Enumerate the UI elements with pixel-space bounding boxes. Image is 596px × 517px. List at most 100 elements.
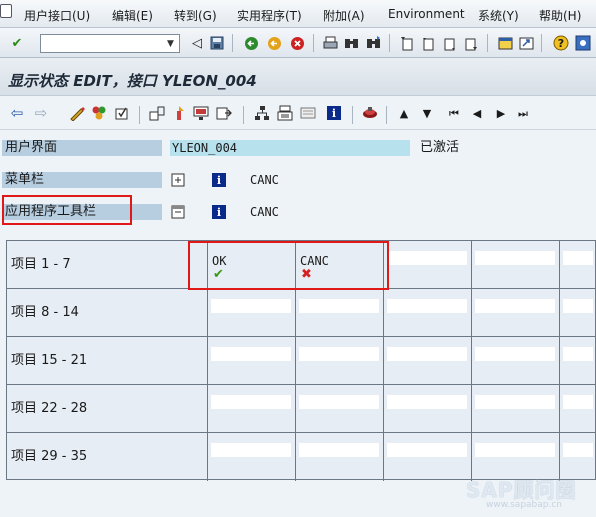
- system-menu-icon[interactable]: [0, 4, 12, 18]
- grid-input[interactable]: [475, 347, 555, 361]
- grid-cell[interactable]: CANC ✖: [295, 241, 383, 289]
- grid-input[interactable]: [387, 395, 467, 409]
- menu-help[interactable]: 帮助(H): [539, 7, 581, 24]
- find-next-icon[interactable]: [364, 34, 382, 52]
- command-input[interactable]: [43, 36, 161, 51]
- grid-cell[interactable]: [295, 433, 383, 481]
- expand-node-icon[interactable]: [170, 172, 186, 188]
- new-session-icon[interactable]: [496, 34, 514, 52]
- grid-input[interactable]: [563, 299, 593, 313]
- grid-input[interactable]: [211, 347, 291, 361]
- grid-input[interactable]: [211, 299, 291, 313]
- grid-input[interactable]: [563, 395, 593, 409]
- text-element-icon[interactable]: [276, 104, 294, 122]
- arrow-right-icon[interactable]: ⇨: [32, 104, 50, 122]
- screen-icon[interactable]: [192, 104, 210, 122]
- transfer-icon[interactable]: [215, 104, 233, 122]
- grid-cell[interactable]: [383, 289, 471, 337]
- attributes-icon[interactable]: [170, 104, 188, 122]
- hierarchy-icon[interactable]: [253, 104, 271, 122]
- grid-input[interactable]: [563, 443, 593, 457]
- grid-cell[interactable]: [559, 241, 596, 289]
- grid-cell[interactable]: [295, 289, 383, 337]
- grid-cell[interactable]: [471, 337, 559, 385]
- grid-input[interactable]: [475, 443, 555, 457]
- grid-input[interactable]: [563, 251, 593, 265]
- history-back-icon[interactable]: ◁: [188, 34, 206, 52]
- triangle-up-icon[interactable]: ▲: [395, 104, 413, 122]
- grid-cell[interactable]: [559, 289, 596, 337]
- first-icon[interactable]: ⏮: [445, 104, 463, 122]
- grid-input[interactable]: [563, 347, 593, 361]
- menu-extras[interactable]: 附加(A): [323, 7, 365, 24]
- grid-input[interactable]: [475, 395, 555, 409]
- menu-environment[interactable]: Environment: [388, 7, 465, 21]
- grid-input[interactable]: [299, 299, 379, 313]
- grid-cell[interactable]: [471, 289, 559, 337]
- menu-system[interactable]: 系统(Y): [478, 7, 519, 24]
- info-icon[interactable]: i: [212, 173, 226, 187]
- grid-cell[interactable]: [383, 241, 471, 289]
- grid-input[interactable]: [387, 299, 467, 313]
- grid-input[interactable]: [475, 251, 555, 265]
- grid-cell[interactable]: [207, 337, 295, 385]
- help-icon[interactable]: ?: [552, 34, 570, 52]
- find-icon[interactable]: [342, 34, 360, 52]
- grid-input[interactable]: [387, 251, 467, 265]
- menu-user-interface[interactable]: 用户接口(U): [24, 7, 90, 24]
- list-icon[interactable]: [299, 104, 317, 122]
- grid-cell[interactable]: [471, 385, 559, 433]
- save-icon[interactable]: [208, 34, 226, 52]
- create-shortcut-icon[interactable]: [517, 34, 535, 52]
- grid-cell[interactable]: [559, 337, 596, 385]
- back-icon[interactable]: [242, 34, 260, 52]
- info-icon[interactable]: i: [325, 104, 343, 122]
- print-icon[interactable]: [321, 34, 339, 52]
- grid-cell[interactable]: [471, 241, 559, 289]
- cancel-circle-icon[interactable]: [288, 34, 306, 52]
- grid-input[interactable]: [299, 443, 379, 457]
- next-page-icon[interactable]: [440, 34, 458, 52]
- chevron-down-icon[interactable]: ▼: [162, 35, 179, 52]
- command-field[interactable]: ▼: [40, 34, 180, 53]
- active-inactive-icon[interactable]: [90, 104, 108, 122]
- grid-input[interactable]: [387, 443, 467, 457]
- collapse-node-icon[interactable]: [170, 204, 186, 220]
- next-icon[interactable]: ▶: [492, 104, 510, 122]
- grid-cell[interactable]: [383, 385, 471, 433]
- grid-cell[interactable]: [295, 385, 383, 433]
- enter-check-icon[interactable]: ✔: [8, 34, 26, 52]
- grid-input[interactable]: [299, 395, 379, 409]
- first-page-icon[interactable]: [398, 34, 416, 52]
- check-object-icon[interactable]: [113, 104, 131, 122]
- grid-cell[interactable]: OK ✔: [207, 241, 295, 289]
- grid-input[interactable]: [211, 395, 291, 409]
- menu-edit[interactable]: 编辑(E): [112, 7, 153, 24]
- grid-cell[interactable]: [383, 337, 471, 385]
- exit-icon[interactable]: [265, 34, 283, 52]
- grid-input[interactable]: [211, 443, 291, 457]
- customize-layout-icon[interactable]: [574, 34, 592, 52]
- menu-utilities[interactable]: 实用程序(T): [237, 7, 302, 24]
- grid-cell[interactable]: [295, 337, 383, 385]
- previous-icon[interactable]: ◀: [468, 104, 486, 122]
- triangle-down-icon[interactable]: ▼: [418, 104, 436, 122]
- previous-page-icon[interactable]: [419, 34, 437, 52]
- grid-cell[interactable]: [207, 433, 295, 481]
- grid-input[interactable]: [387, 347, 467, 361]
- last-page-icon[interactable]: [461, 34, 479, 52]
- display-change-icon[interactable]: [68, 104, 86, 122]
- grid-cell[interactable]: [559, 385, 596, 433]
- menu-bar-label: 菜单栏: [2, 172, 162, 188]
- grid-input[interactable]: [475, 299, 555, 313]
- where-used-icon[interactable]: [148, 104, 166, 122]
- grid-cell[interactable]: [207, 289, 295, 337]
- info-icon[interactable]: i: [212, 205, 226, 219]
- last-icon[interactable]: ⏭: [514, 104, 532, 122]
- menu-goto[interactable]: 转到(G): [174, 7, 217, 24]
- grid-cell[interactable]: [383, 433, 471, 481]
- grid-input[interactable]: [299, 347, 379, 361]
- grid-cell[interactable]: [207, 385, 295, 433]
- display-object-list-icon[interactable]: [361, 104, 379, 122]
- arrow-left-icon[interactable]: ⇦: [8, 104, 26, 122]
